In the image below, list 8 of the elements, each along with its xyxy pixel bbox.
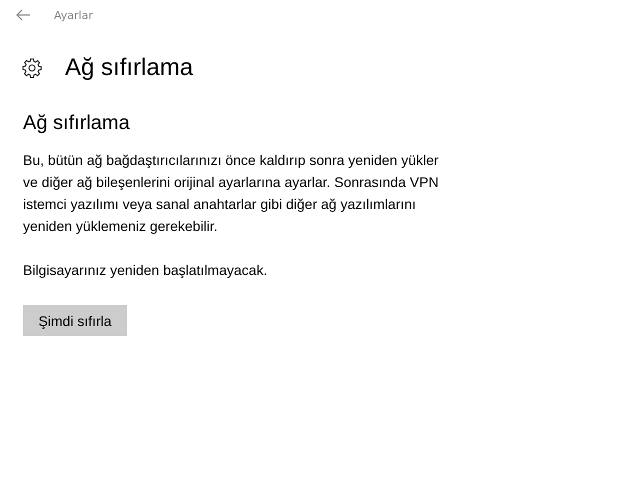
settings-icon — [22, 58, 42, 78]
page-title: Ağ sıfırlama — [65, 54, 194, 82]
section-heading: Ağ sıfırlama — [23, 112, 130, 135]
back-arrow-icon[interactable] — [16, 9, 30, 21]
reset-now-button[interactable]: Şimdi sıfırla — [23, 305, 127, 336]
description-text: Bu, bütün ağ bağdaştırıcılarınızı önce kaldırıp sonra yeniden yükler ve diğer ağ bileşenlerini orijinal ayarlarına ayarlar. Sonrasında VPN istemci yazılımı veya sanal anahtarlar gibi diğer ağ yazılımlarını yeniden yüklemeniz gerekebilir. — [23, 151, 439, 236]
window-title: Ayarlar — [54, 8, 93, 22]
description-text: Bilgisayarınız yeniden başlatılmayacak. — [23, 261, 268, 280]
